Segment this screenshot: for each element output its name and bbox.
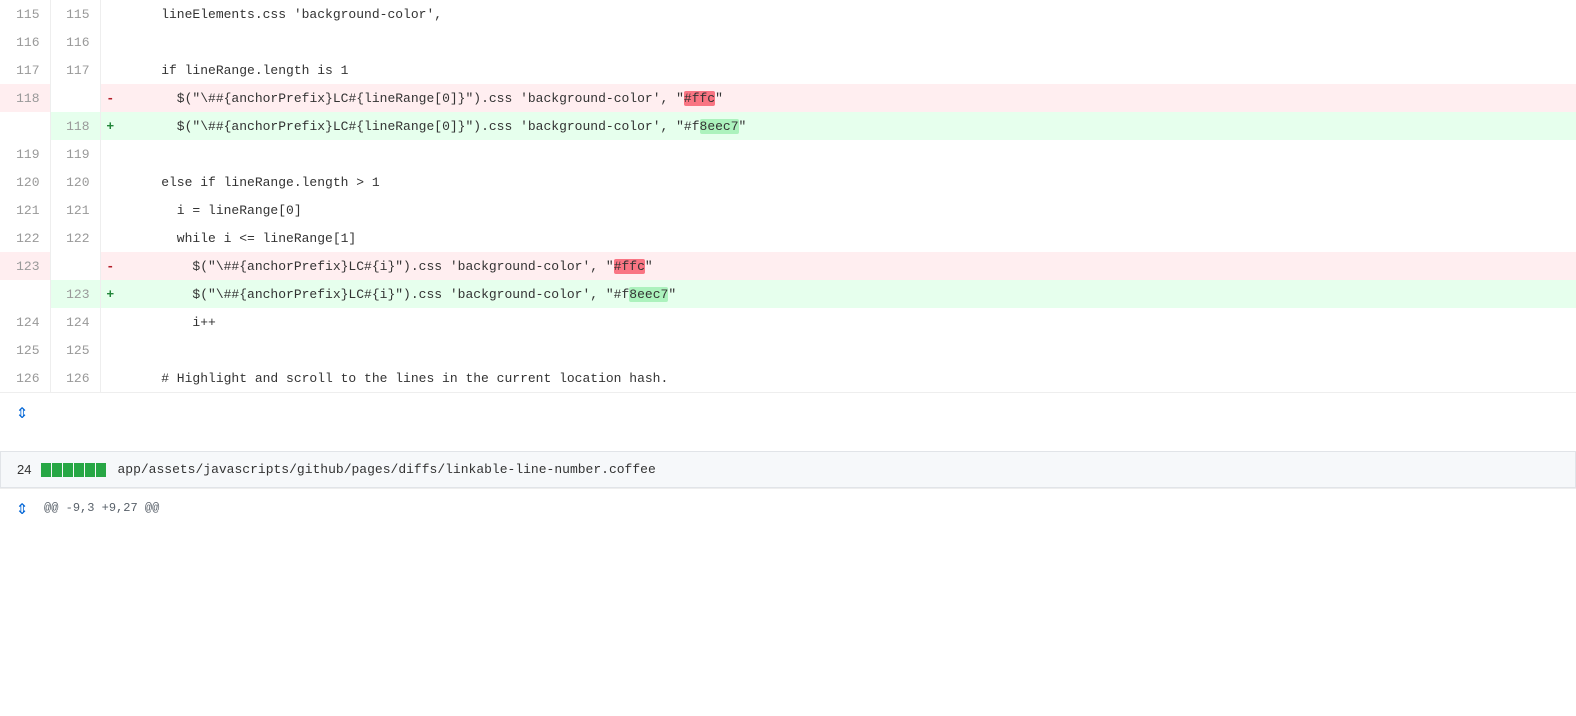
new-line-num xyxy=(50,84,100,112)
diff-marker xyxy=(100,56,120,84)
new-line-num: 124 xyxy=(50,308,100,336)
diff-marker: - xyxy=(100,84,120,112)
table-row: 124124 i++ xyxy=(0,308,1576,336)
diff-marker: + xyxy=(100,112,120,140)
new-line-num: 118 xyxy=(50,112,100,140)
diff-code: $("\##{anchorPrefix}LC#{i}").css 'backgr… xyxy=(120,280,1576,308)
old-line-num: 120 xyxy=(0,168,50,196)
diff-marker xyxy=(100,140,120,168)
diff-code xyxy=(120,336,1576,364)
diff-code: $("\##{anchorPrefix}LC#{lineRange[0]}").… xyxy=(120,112,1576,140)
new-line-num: 115 xyxy=(50,0,100,28)
new-line-num: 116 xyxy=(50,28,100,56)
second-expand: ⇕ @@ -9,3 +9,27 @@ xyxy=(0,488,1576,527)
table-row: 123 - $("\##{anchorPrefix}LC#{i}").css 'b… xyxy=(0,252,1576,280)
diff-marker xyxy=(100,308,120,336)
old-line-num: 115 xyxy=(0,0,50,28)
diff-code: $("\##{anchorPrefix}LC#{lineRange[0]}").… xyxy=(120,84,1576,112)
old-line-num: 116 xyxy=(0,28,50,56)
new-line-num: 121 xyxy=(50,196,100,224)
table-row: 121121 i = lineRange[0] xyxy=(0,196,1576,224)
old-line-num xyxy=(0,112,50,140)
second-expand-icon[interactable]: ⇕ xyxy=(0,495,44,521)
diff-indicator-block xyxy=(52,463,62,477)
old-line-num: 123 xyxy=(0,252,50,280)
diff-container: 115115 lineElements.css 'background-colo… xyxy=(0,0,1576,716)
diff-code: while i <= lineRange[1] xyxy=(120,224,1576,252)
diff-table: 115115 lineElements.css 'background-colo… xyxy=(0,0,1576,392)
old-line-num: 121 xyxy=(0,196,50,224)
diff-marker xyxy=(100,224,120,252)
file-path[interactable]: app/assets/javascripts/github/pages/diff… xyxy=(117,462,655,477)
table-row: 122122 while i <= lineRange[1] xyxy=(0,224,1576,252)
diff-code xyxy=(120,28,1576,56)
new-line-num: 119 xyxy=(50,140,100,168)
diff-code: # Highlight and scroll to the lines in t… xyxy=(120,364,1576,392)
diff-marker xyxy=(100,0,120,28)
old-line-num: 124 xyxy=(0,308,50,336)
old-line-num: 125 xyxy=(0,336,50,364)
table-row: 116116 xyxy=(0,28,1576,56)
file-number: 24 xyxy=(17,462,31,477)
table-row: 120120 else if lineRange.length > 1 xyxy=(0,168,1576,196)
table-row: 119119 xyxy=(0,140,1576,168)
hunk-header-label: @@ -9,3 +9,27 @@ xyxy=(44,501,159,515)
diff-marker xyxy=(100,168,120,196)
diff-marker xyxy=(100,364,120,392)
diff-code: if lineRange.length is 1 xyxy=(120,56,1576,84)
diff-code: $("\##{anchorPrefix}LC#{i}").css 'backgr… xyxy=(120,252,1576,280)
table-row: 118+ $("\##{anchorPrefix}LC#{lineRange[0… xyxy=(0,112,1576,140)
old-line-num: 117 xyxy=(0,56,50,84)
diff-indicator-block xyxy=(63,463,73,477)
table-row: 118 - $("\##{anchorPrefix}LC#{lineRange[0… xyxy=(0,84,1576,112)
old-line-num xyxy=(0,280,50,308)
diff-code: else if lineRange.length > 1 xyxy=(120,168,1576,196)
diff-indicator-block xyxy=(96,463,106,477)
old-line-num: 119 xyxy=(0,140,50,168)
table-row: 117117 if lineRange.length is 1 xyxy=(0,56,1576,84)
diff-marker: + xyxy=(100,280,120,308)
new-line-num: 126 xyxy=(50,364,100,392)
new-line-num: 122 xyxy=(50,224,100,252)
new-line-num: 123 xyxy=(50,280,100,308)
diff-marker xyxy=(100,196,120,224)
diff-code: lineElements.css 'background-color', xyxy=(120,0,1576,28)
new-line-num xyxy=(50,252,100,280)
bottom-expand: ⇕ xyxy=(0,392,1576,431)
table-row: 125125 xyxy=(0,336,1576,364)
diff-indicator-block xyxy=(41,463,51,477)
table-row: 115115 lineElements.css 'background-colo… xyxy=(0,0,1576,28)
bottom-expand-icon[interactable]: ⇕ xyxy=(0,399,44,425)
table-row: 123+ $("\##{anchorPrefix}LC#{i}").css 'b… xyxy=(0,280,1576,308)
old-line-num: 118 xyxy=(0,84,50,112)
diff-marker: - xyxy=(100,252,120,280)
diff-code: i++ xyxy=(120,308,1576,336)
diff-indicator-block xyxy=(85,463,95,477)
diff-indicator xyxy=(41,463,107,477)
old-line-num: 126 xyxy=(0,364,50,392)
file-header: 24 app/assets/javascripts/github/pages/d… xyxy=(0,451,1576,488)
diff-code xyxy=(120,140,1576,168)
diff-indicator-block xyxy=(74,463,84,477)
diff-code: i = lineRange[0] xyxy=(120,196,1576,224)
new-line-num: 120 xyxy=(50,168,100,196)
new-line-num: 117 xyxy=(50,56,100,84)
new-line-num: 125 xyxy=(50,336,100,364)
table-row: 126126 # Highlight and scroll to the lin… xyxy=(0,364,1576,392)
old-line-num: 122 xyxy=(0,224,50,252)
diff-marker xyxy=(100,336,120,364)
diff-marker xyxy=(100,28,120,56)
